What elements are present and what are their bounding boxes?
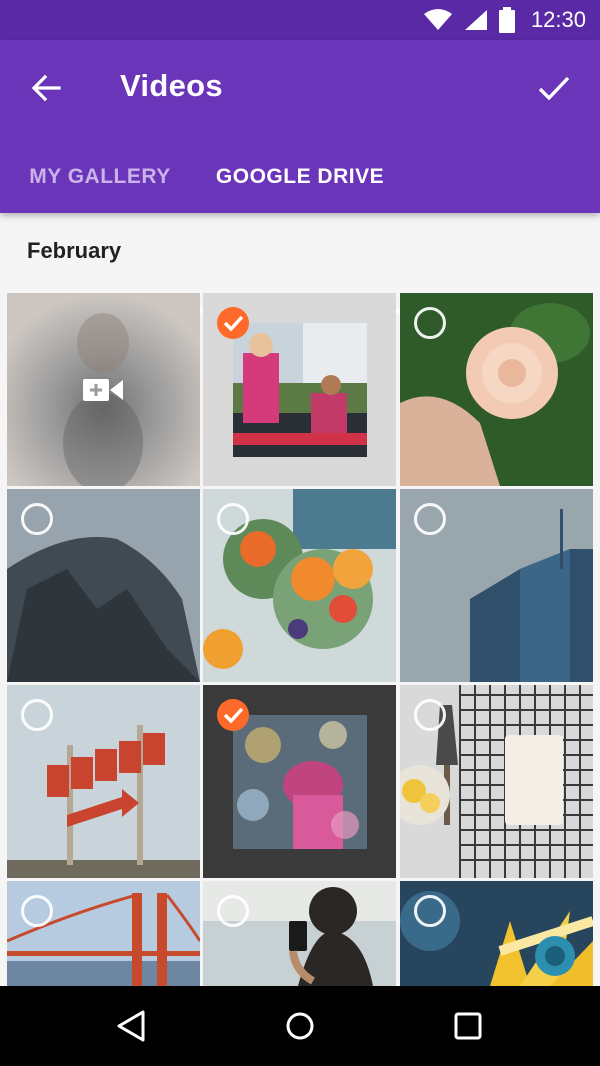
page-title: Videos [120, 68, 223, 103]
selection-circle[interactable] [414, 503, 446, 535]
nav-recents-button[interactable] [428, 986, 508, 1066]
grid-item-rose[interactable] [400, 293, 593, 486]
home-circle-icon [286, 1012, 314, 1040]
grid-item-phone-photo[interactable] [203, 881, 396, 986]
confirm-button[interactable] [534, 68, 574, 108]
selection-checked[interactable] [217, 699, 249, 731]
grid-item-musicians[interactable] [203, 293, 396, 486]
add-video-icon [83, 379, 123, 401]
back-triangle-icon [117, 1010, 145, 1042]
section-header: February [27, 238, 122, 263]
video-thumbnail [233, 715, 367, 849]
selection-circle[interactable] [21, 699, 53, 731]
selection-circle[interactable] [217, 895, 249, 927]
selection-checked[interactable] [217, 307, 249, 339]
check-icon [223, 315, 244, 332]
grid-item-cliff[interactable] [7, 489, 200, 682]
wifi-icon [423, 9, 452, 30]
selection-circle[interactable] [414, 699, 446, 731]
app-bar: Videos MY GALLERY GOOGLE DRIVE [0, 40, 600, 313]
nav-home-button[interactable] [260, 986, 340, 1066]
grid-item-pastry[interactable] [400, 685, 593, 878]
grid-item-skyscraper[interactable] [400, 489, 593, 682]
selection-circle[interactable] [21, 503, 53, 535]
grid-item-bridge[interactable] [7, 881, 200, 986]
recents-square-icon [454, 1012, 482, 1040]
status-time: 12:30 [530, 7, 586, 32]
battery-icon [498, 7, 515, 33]
back-button[interactable] [26, 68, 66, 108]
selection-circle[interactable] [414, 895, 446, 927]
grid-item-smoothie[interactable] [203, 489, 396, 682]
system-nav-bar [0, 986, 600, 1066]
selection-circle[interactable] [21, 895, 53, 927]
add-video-tile[interactable] [7, 293, 200, 486]
check-icon [223, 707, 244, 724]
selection-circle[interactable] [414, 307, 446, 339]
signal-icon [464, 10, 487, 30]
grid-item-city-lights[interactable] [203, 685, 396, 878]
video-thumbnail [233, 323, 367, 457]
status-bar: 12:30 [0, 0, 600, 40]
tab-my-gallery[interactable]: MY GALLERY [0, 140, 200, 213]
nav-back-button[interactable] [92, 986, 172, 1066]
tab-google-drive[interactable]: GOOGLE DRIVE [200, 140, 400, 213]
check-icon [538, 76, 570, 101]
grid-item-motel-sign[interactable] [7, 685, 200, 878]
tab-bar: MY GALLERY GOOGLE DRIVE [0, 140, 600, 313]
arrow-back-icon [31, 74, 61, 102]
grid-item-flower[interactable] [400, 881, 593, 986]
selection-circle[interactable] [217, 503, 249, 535]
